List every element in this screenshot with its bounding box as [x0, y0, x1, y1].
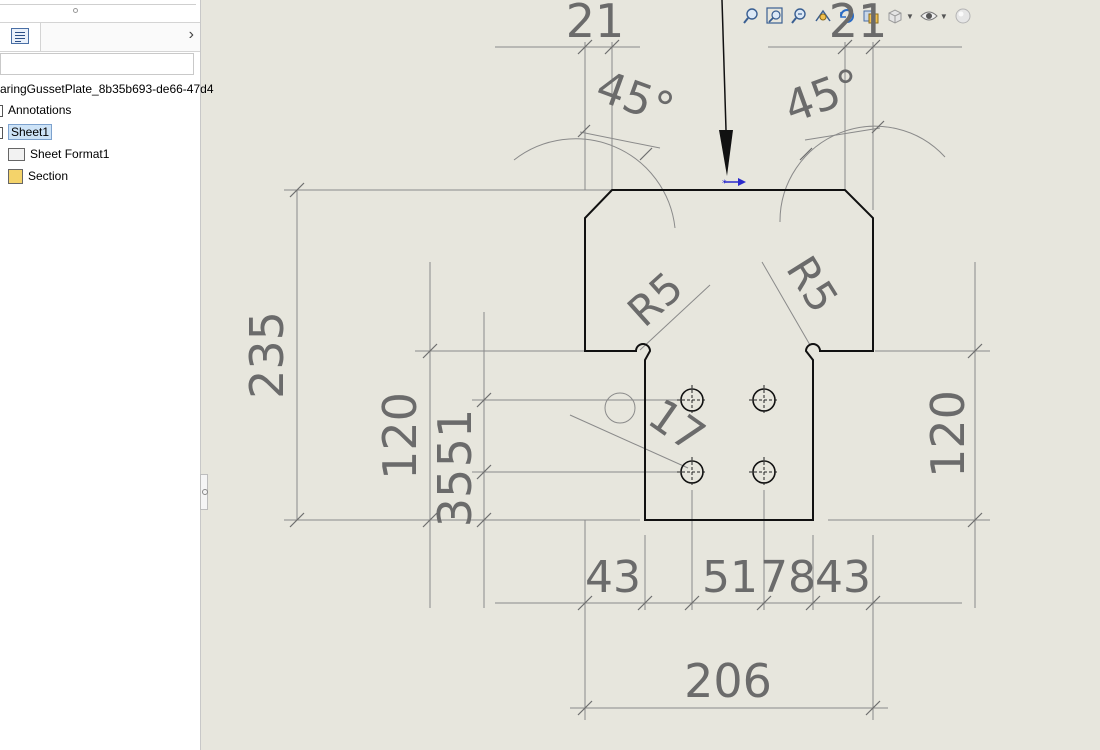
tree-root-label: aringGussetPlate_8b35b693-de66-47d4: [0, 82, 214, 96]
svg-text:*: *: [722, 179, 727, 189]
dim-51-vertical[interactable]: 51: [428, 409, 482, 468]
dim-width-total[interactable]: 206: [684, 654, 772, 708]
tick-marks: [289, 39, 983, 716]
tree-item-label: Annotations: [8, 103, 72, 117]
dim-top-right[interactable]: 21: [829, 0, 888, 48]
dim-bottom-43-right[interactable]: 43: [815, 552, 871, 603]
panel-resize-grip[interactable]: [73, 8, 78, 13]
dim-height-left[interactable]: 120: [373, 392, 427, 480]
tree-filter-field[interactable]: [0, 53, 197, 76]
section-arrow[interactable]: *: [719, 0, 746, 189]
tree-item-sheet-format1[interactable]: Sheet Format1: [8, 144, 109, 164]
feature-tree-icon: [11, 28, 29, 44]
sheet-format-icon: [8, 148, 25, 162]
tree-item-label: Sheet1: [8, 124, 53, 140]
annotations-folder-icon: [0, 104, 3, 117]
dim-bottom-43-left[interactable]: 43: [585, 552, 641, 603]
tree-item-sheet1[interactable]: Sheet1: [0, 122, 53, 142]
tree-item-label: Sheet Format1: [30, 147, 110, 161]
gusset-plate-outline[interactable]: [584, 189, 874, 521]
feature-manager-panel: › aringGussetPlate_8b35b693-de66-47d4 An…: [0, 0, 214, 750]
dim-35[interactable]: 35: [428, 469, 482, 528]
manager-tabbar: ›: [0, 22, 200, 52]
dim-height-total[interactable]: 235: [240, 311, 294, 399]
dimension-texts[interactable]: 21 21 45° 45° R5 R5 235 120 35 51 120 17…: [240, 0, 975, 708]
tree-root[interactable]: aringGussetPlate_8b35b693-de66-47d4: [0, 79, 214, 99]
dim-angle-left[interactable]: 45°: [590, 61, 681, 136]
section-view-tree-icon: [8, 169, 23, 185]
sheet-icon: [0, 126, 3, 139]
tree-item-label: Section: [28, 169, 69, 183]
panel-top-strip: [0, 0, 196, 5]
dim-top-left[interactable]: 21: [566, 0, 625, 48]
dim-angle-right[interactable]: 45°: [778, 59, 869, 134]
dim-height-right[interactable]: 120: [921, 390, 975, 478]
extension-lines: [284, 42, 990, 720]
drawing-sheet[interactable]: * 21 21 45° 45° R5 R5 235 120 35 51 120 …: [208, 0, 1100, 750]
tree-item-section[interactable]: Section: [8, 166, 68, 186]
dim-bottom-51[interactable]: 51: [702, 552, 758, 603]
panel-collapse-handle[interactable]: [200, 474, 208, 510]
chevron-right-icon[interactable]: ›: [189, 26, 194, 44]
dim-bottom-78[interactable]: 78: [760, 552, 816, 603]
dim-radius-right[interactable]: R5: [777, 248, 848, 321]
tab-feature-manager[interactable]: [0, 23, 41, 51]
dim-radius-left[interactable]: R5: [618, 262, 692, 336]
tree-filter-input[interactable]: [1, 54, 197, 76]
tree-item-annotations[interactable]: Annotations: [0, 100, 71, 120]
